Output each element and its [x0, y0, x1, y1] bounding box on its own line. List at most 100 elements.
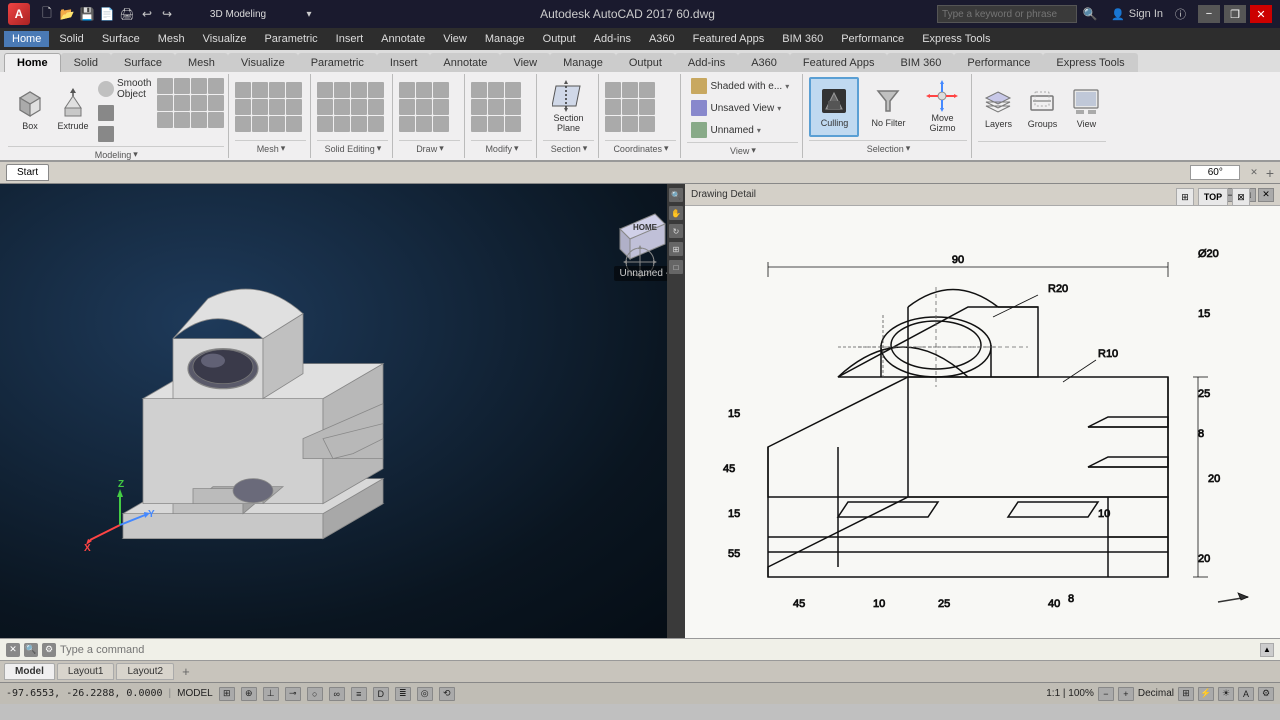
tab-output[interactable]: Output — [616, 53, 675, 72]
draw-group-label[interactable]: Draw ▾ — [399, 140, 460, 156]
grid-btn-11[interactable] — [191, 112, 207, 128]
menu-parametric[interactable]: Parametric — [256, 31, 325, 47]
mesh-btn-7[interactable] — [269, 99, 285, 115]
workspace-icon[interactable]: ⚙ — [1258, 687, 1274, 701]
layout-add-button[interactable]: + — [176, 662, 196, 681]
coord-group-label[interactable]: Coordinates ▾ — [605, 140, 676, 156]
se-btn-11[interactable] — [351, 116, 367, 132]
drawing-ctrl-1[interactable]: ⊞ — [1176, 188, 1194, 206]
grid-btn-5[interactable] — [157, 95, 173, 111]
se-btn-7[interactable] — [351, 99, 367, 115]
info-icon[interactable]: ⓘ — [1175, 6, 1186, 22]
draw-btn-2[interactable] — [416, 82, 432, 98]
search-icon[interactable]: 🔍 — [1081, 5, 1099, 23]
workspace-dropdown[interactable]: ▾ — [300, 5, 318, 23]
box-button[interactable]: Box — [8, 81, 52, 139]
menu-express[interactable]: Express Tools — [914, 31, 998, 47]
coord-btn-1[interactable] — [605, 82, 621, 98]
shaded-dropdown[interactable]: ▾ — [785, 82, 789, 91]
grid-btn-3[interactable] — [191, 78, 207, 94]
mesh-btn-11[interactable] — [269, 116, 285, 132]
lineweight-toggle[interactable]: ≣ — [395, 687, 411, 701]
tab-surface[interactable]: Surface — [111, 53, 175, 72]
section-plane-button[interactable]: SectionPlane — [543, 77, 593, 137]
mod-btn-4[interactable] — [471, 99, 487, 115]
mesh-btn-4[interactable] — [286, 82, 302, 98]
smooth-object-button[interactable]: SmoothObject — [94, 76, 155, 102]
unnamed-button[interactable]: Unnamed ▾ — [687, 120, 797, 140]
save-button[interactable]: 💾 — [78, 5, 96, 23]
polar-toggle[interactable]: ⊸ — [285, 687, 301, 701]
open-button[interactable]: 📂 — [58, 5, 76, 23]
tab-addins[interactable]: Add-ins — [675, 53, 738, 72]
mod-btn-1[interactable] — [471, 82, 487, 98]
draw-btn-5[interactable] — [416, 99, 432, 115]
se-btn-8[interactable] — [368, 99, 384, 115]
menu-a360[interactable]: A360 — [641, 31, 683, 47]
draw-btn-8[interactable] — [416, 116, 432, 132]
model-tab[interactable]: Model — [4, 663, 55, 680]
view-button[interactable]: View — [1066, 78, 1106, 138]
layout1-tab[interactable]: Layout1 — [57, 663, 115, 680]
menu-output[interactable]: Output — [535, 31, 584, 47]
viewport-drawing[interactable]: Drawing Detail − □ ✕ ⊞ TOP ⊠ — [685, 184, 1280, 638]
model-tool3[interactable] — [94, 124, 155, 144]
menu-mesh[interactable]: Mesh — [150, 31, 193, 47]
coord-btn-5[interactable] — [622, 99, 638, 115]
drawing-top-label[interactable]: TOP — [1198, 188, 1228, 206]
grid-btn-9[interactable] — [157, 112, 173, 128]
scale-plus[interactable]: + — [1118, 687, 1134, 701]
grid-toggle[interactable]: ⊞ — [219, 687, 235, 701]
selection-cycle[interactable]: ⟲ — [439, 687, 455, 701]
undo-button[interactable]: ↩ — [138, 5, 156, 23]
se-btn-9[interactable] — [317, 116, 333, 132]
start-tab[interactable]: Start — [6, 164, 49, 181]
se-btn-4[interactable] — [368, 82, 384, 98]
mod-btn-2[interactable] — [488, 82, 504, 98]
mod-btn-6[interactable] — [505, 99, 521, 115]
grid-btn-6[interactable] — [174, 95, 190, 111]
tab-express[interactable]: Express Tools — [1043, 53, 1137, 72]
modify-group-label[interactable]: Modify ▾ — [471, 140, 532, 156]
coord-btn-2[interactable] — [622, 82, 638, 98]
groups-button[interactable]: Groups — [1022, 78, 1062, 138]
coord-btn-6[interactable] — [639, 99, 655, 115]
isolate-icon[interactable]: ☀ — [1218, 687, 1234, 701]
cmd-search-icon[interactable]: 🔍 — [24, 643, 38, 657]
print-button[interactable]: 🖨 — [118, 5, 136, 23]
coord-btn-8[interactable] — [622, 116, 638, 132]
menu-addins[interactable]: Add-ins — [586, 31, 639, 47]
menu-solid[interactable]: Solid — [51, 31, 91, 47]
pan-btn[interactable]: ✋ — [669, 206, 683, 220]
mod-btn-3[interactable] — [505, 82, 521, 98]
tab-performance[interactable]: Performance — [954, 53, 1043, 72]
draw-btn-1[interactable] — [399, 82, 415, 98]
draw-btn-6[interactable] — [433, 99, 449, 115]
orbit-btn[interactable]: ↻ — [669, 224, 683, 238]
tab-view[interactable]: View — [500, 53, 550, 72]
view-group-label[interactable]: View ▾ — [687, 142, 798, 158]
draw-btn-3[interactable] — [433, 82, 449, 98]
extrude-button[interactable]: Extrude — [54, 81, 92, 139]
tab-solid[interactable]: Solid — [61, 53, 111, 72]
angle-input[interactable] — [1190, 165, 1240, 180]
tab-manage[interactable]: Manage — [550, 53, 616, 72]
window-btn[interactable]: □ — [669, 260, 683, 274]
se-btn-12[interactable] — [368, 116, 384, 132]
mesh-btn-12[interactable] — [286, 116, 302, 132]
menu-manage[interactable]: Manage — [477, 31, 533, 47]
se-btn-5[interactable] — [317, 99, 333, 115]
viewport-3d[interactable]: X Z Y HOME — [0, 184, 685, 638]
minimize-button[interactable]: − — [1198, 5, 1220, 23]
se-btn-3[interactable] — [351, 82, 367, 98]
cmd-settings-icon[interactable]: ⚙ — [42, 643, 56, 657]
ducs-toggle[interactable]: ≡ — [351, 687, 367, 701]
tab-featured[interactable]: Featured Apps — [790, 53, 888, 72]
viewport-icon[interactable]: ⊞ — [1178, 687, 1194, 701]
tab-parametric[interactable]: Parametric — [298, 53, 377, 72]
modeling-group-label[interactable]: Modeling ▾ — [8, 146, 224, 162]
mesh-btn-2[interactable] — [252, 82, 268, 98]
mesh-btn-5[interactable] — [235, 99, 251, 115]
mod-btn-7[interactable] — [471, 116, 487, 132]
zoom-btn[interactable]: 🔍 — [669, 188, 683, 202]
